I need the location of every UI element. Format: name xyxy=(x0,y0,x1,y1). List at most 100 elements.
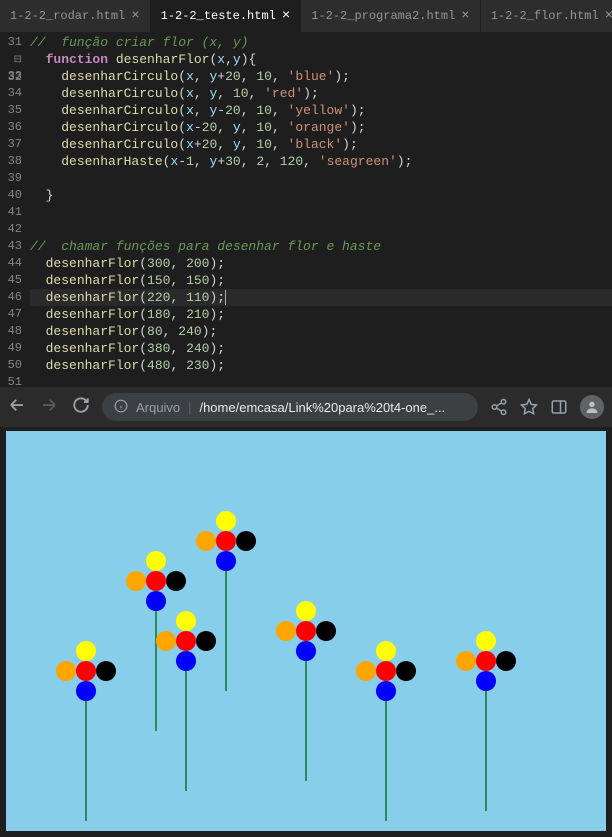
profile-avatar-icon[interactable] xyxy=(580,395,604,419)
flower-petal xyxy=(376,681,396,701)
flower-petal xyxy=(216,531,236,551)
code-line[interactable]: } xyxy=(30,187,612,204)
flower-petal xyxy=(126,571,146,591)
url-bar[interactable]: Arquivo | /home/emcasa/Link%20para%20t4-… xyxy=(102,393,478,421)
share-icon[interactable] xyxy=(490,398,508,416)
back-icon[interactable] xyxy=(8,396,26,418)
url-path: /home/emcasa/Link%20para%20t4-one_... xyxy=(199,400,445,415)
flower-petal xyxy=(376,661,396,681)
tab-label: 1-2-2_flor.html xyxy=(491,9,599,23)
line-number: 51 xyxy=(0,374,22,391)
editor-tab[interactable]: 1-2-2_flor.html × xyxy=(481,0,612,32)
line-number: 48 xyxy=(0,323,22,340)
flower-petal xyxy=(496,651,516,671)
code-line[interactable]: desenharCirculo(x, y, 10, 'red'); xyxy=(30,85,612,102)
editor-tab[interactable]: 1-2-2_teste.html× xyxy=(151,0,302,32)
line-number: 41 xyxy=(0,204,22,221)
flower-stem xyxy=(85,701,87,821)
line-number: 39 xyxy=(0,170,22,187)
flower-petal xyxy=(146,571,166,591)
line-number: 46 xyxy=(0,289,22,306)
flower-petal xyxy=(146,551,166,571)
flower-petal xyxy=(376,641,396,661)
code-line[interactable]: desenharFlor(80, 240); xyxy=(30,323,612,340)
close-icon[interactable]: × xyxy=(605,8,612,24)
line-number: 42 xyxy=(0,221,22,238)
editor-tabs: 1-2-2_rodar.html×1-2-2_teste.html×1-2-2_… xyxy=(0,0,612,32)
code-line[interactable]: desenharFlor(220, 110); xyxy=(30,289,612,306)
code-line[interactable]: desenharFlor(180, 210); xyxy=(30,306,612,323)
info-icon[interactable] xyxy=(114,399,128,416)
flower-petal xyxy=(456,651,476,671)
flower-petal xyxy=(276,621,296,641)
flower-petal xyxy=(356,661,376,681)
flower-stem xyxy=(155,611,157,731)
code-line[interactable]: desenharCirculo(x, y+20, 10, 'blue'); xyxy=(30,68,612,85)
flower-petal xyxy=(156,631,176,651)
code-line[interactable]: desenharCirculo(x, y-20, 10, 'yellow'); xyxy=(30,102,612,119)
close-icon[interactable]: × xyxy=(131,8,139,24)
tab-label: 1-2-2_programa2.html xyxy=(311,9,455,23)
flower-stem xyxy=(305,661,307,781)
flower-petal xyxy=(76,661,96,681)
code-line[interactable]: desenharFlor(380, 240); xyxy=(30,340,612,357)
line-number: 33 xyxy=(0,68,22,85)
code-line[interactable]: desenharHaste(x-1, y+30, 2, 120, 'seagre… xyxy=(30,153,612,170)
flower-petal xyxy=(176,631,196,651)
code-line[interactable] xyxy=(30,221,612,238)
line-number: 36 xyxy=(0,119,22,136)
line-number: 44 xyxy=(0,255,22,272)
flower-stem xyxy=(385,701,387,821)
code-line[interactable] xyxy=(30,204,612,221)
flower-petal xyxy=(316,621,336,641)
browser-toolbar: Arquivo | /home/emcasa/Link%20para%20t4-… xyxy=(0,387,612,427)
code-content[interactable]: // função criar flor (x, y) function des… xyxy=(30,32,612,387)
flower-petal xyxy=(176,651,196,671)
code-line[interactable]: // chamar funções para desenhar flor e h… xyxy=(30,238,612,255)
flower-petal xyxy=(76,641,96,661)
close-icon[interactable]: × xyxy=(282,8,290,24)
code-line[interactable] xyxy=(30,170,612,187)
flower-petal xyxy=(146,591,166,611)
panel-icon[interactable] xyxy=(550,398,568,416)
flower-canvas xyxy=(6,431,606,831)
forward-icon[interactable] xyxy=(40,396,58,418)
code-line[interactable]: function desenharFlor(x,y){ xyxy=(30,51,612,68)
code-line[interactable]: desenharCirculo(x+20, y, 10, 'black'); xyxy=(30,136,612,153)
flower-petal xyxy=(476,631,496,651)
line-number: 31 xyxy=(0,34,22,51)
flower-petal xyxy=(236,531,256,551)
flower-petal xyxy=(296,641,316,661)
flower-petal xyxy=(176,611,196,631)
line-number: 49 xyxy=(0,340,22,357)
flower-petal xyxy=(216,551,236,571)
code-line[interactable] xyxy=(30,374,612,391)
code-line[interactable]: desenharFlor(150, 150); xyxy=(30,272,612,289)
line-number: 43 xyxy=(0,238,22,255)
flower-petal xyxy=(296,621,316,641)
flower-petal xyxy=(476,671,496,691)
flower-petal xyxy=(396,661,416,681)
flower-petal xyxy=(76,681,96,701)
reload-icon[interactable] xyxy=(72,396,90,418)
code-line[interactable]: // função criar flor (x, y) xyxy=(30,34,612,51)
close-icon[interactable]: × xyxy=(461,8,469,24)
line-number: 50 xyxy=(0,357,22,374)
flower-petal xyxy=(196,631,216,651)
code-line[interactable]: desenharCirculo(x-20, y, 10, 'orange'); xyxy=(30,119,612,136)
url-scheme-label: Arquivo xyxy=(136,400,180,415)
line-number: 38 xyxy=(0,153,22,170)
editor-tab[interactable]: 1-2-2_programa2.html × xyxy=(301,0,480,32)
code-line[interactable]: desenharFlor(300, 200); xyxy=(30,255,612,272)
flower-petal xyxy=(196,531,216,551)
code-editor[interactable]: 31⊟3233343536373839404142434445464748495… xyxy=(0,32,612,387)
line-number: ⊟32 xyxy=(0,51,22,68)
code-line[interactable]: desenharFlor(480, 230); xyxy=(30,357,612,374)
line-number: 37 xyxy=(0,136,22,153)
line-gutter: 31⊟3233343536373839404142434445464748495… xyxy=(0,32,30,387)
editor-tab[interactable]: 1-2-2_rodar.html× xyxy=(0,0,151,32)
bookmark-star-icon[interactable] xyxy=(520,398,538,416)
line-number: 40 xyxy=(0,187,22,204)
flower-petal xyxy=(56,661,76,681)
line-number: 47 xyxy=(0,306,22,323)
